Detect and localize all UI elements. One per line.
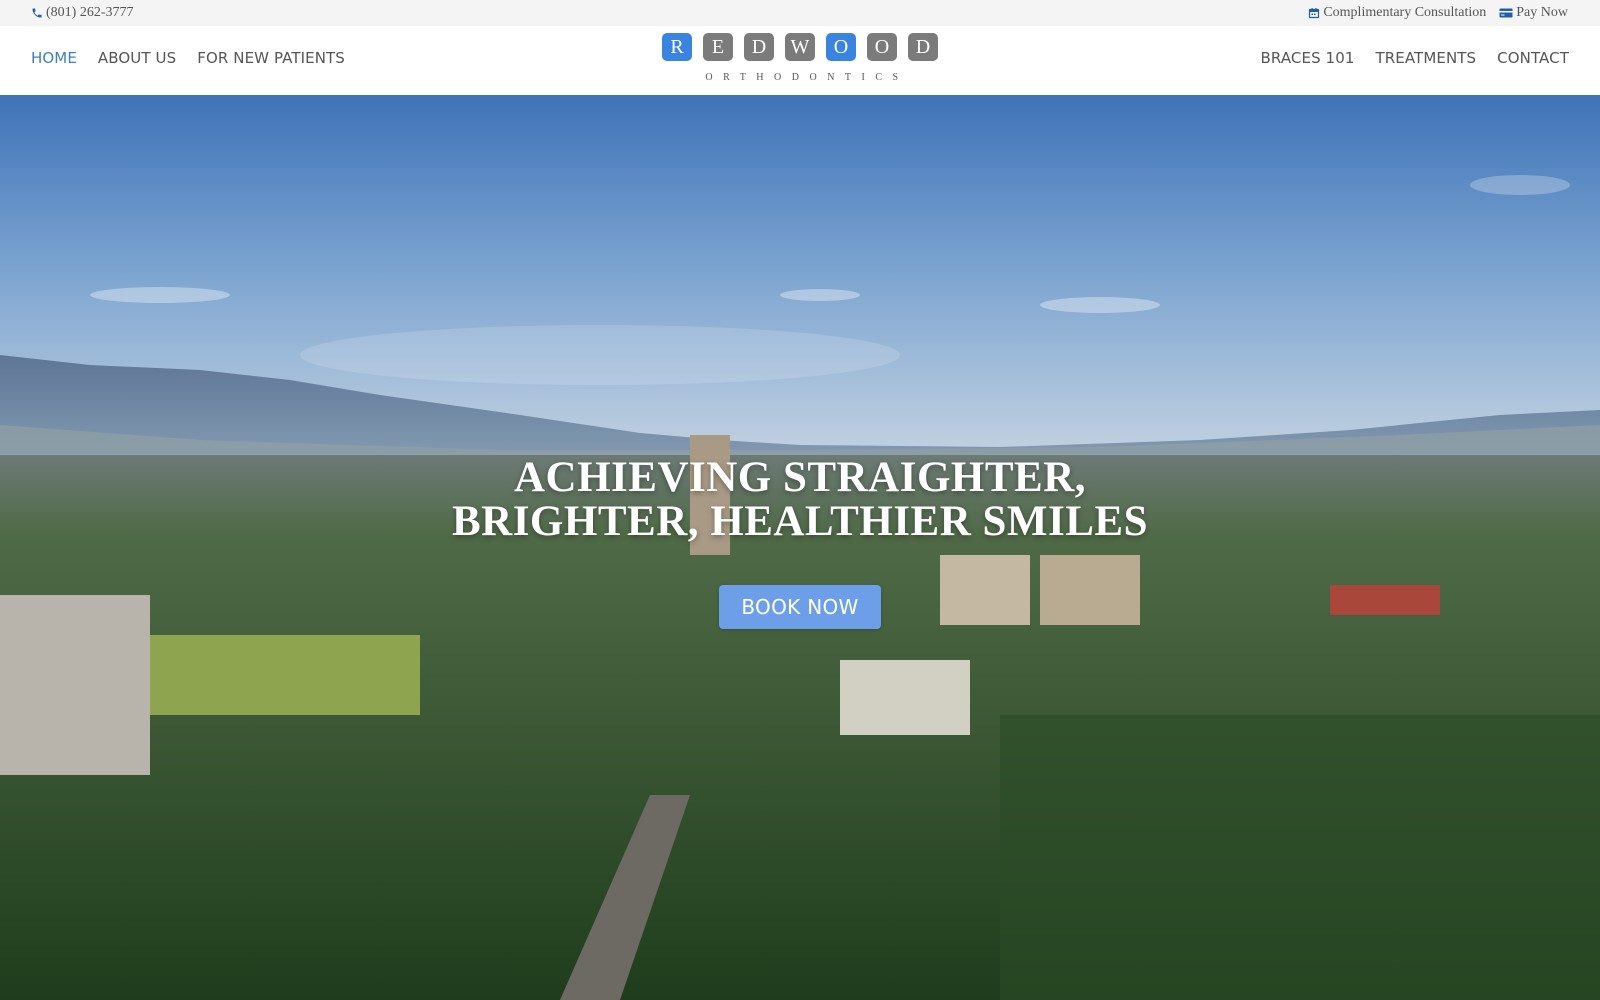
consultation-link[interactable]: Complimentary Consultation [1308, 5, 1486, 21]
nav-contact[interactable]: CONTACT [1497, 49, 1569, 67]
hero-background-image [0, 95, 1600, 1000]
logo-letter: R [662, 33, 692, 61]
site-header: HOME ABOUT US FOR NEW PATIENTS R E D W O… [0, 26, 1600, 95]
logo-letter: D [744, 33, 774, 61]
logo-letter: E [703, 33, 733, 61]
hero-headline-line-1: ACHIEVING STRAIGHTER, [514, 454, 1086, 501]
utility-bar: (801) 262-3777 Complimentary Consultatio… [0, 0, 1600, 26]
logo-letter: O [867, 33, 897, 61]
hero-section: ACHIEVING STRAIGHTER, BRIGHTER, HEALTHIE… [0, 95, 1600, 1000]
logo-letter: D [908, 33, 938, 61]
nav-treatments[interactable]: TREATMENTS [1376, 49, 1477, 67]
logo-subtitle: ORTHODONTICS [705, 72, 909, 83]
nav-for-new-patients[interactable]: FOR NEW PATIENTS [197, 49, 345, 67]
phone-number: (801) 262-3777 [46, 5, 134, 20]
site-logo[interactable]: R E D W O O D ORTHODONTICS [662, 33, 938, 89]
phone-link[interactable]: (801) 262-3777 [31, 5, 134, 21]
hero-headline-line-2: BRIGHTER, HEALTHIER SMILES [451, 498, 1149, 545]
logo-letter: O [826, 33, 856, 61]
calendar-icon [1308, 7, 1320, 19]
pay-now-link[interactable]: Pay Now [1499, 5, 1568, 21]
nav-braces-101[interactable]: BRACES 101 [1261, 49, 1355, 67]
logo-tiles: R E D W O O D [662, 33, 938, 61]
book-now-button[interactable]: BOOK NOW [719, 585, 881, 629]
nav-about-us[interactable]: ABOUT US [98, 49, 176, 67]
nav-home[interactable]: HOME [31, 49, 77, 67]
hero-headline: ACHIEVING STRAIGHTER, BRIGHTER, HEALTHIE… [0, 456, 1600, 544]
pay-now-label: Pay Now [1516, 5, 1568, 20]
credit-card-icon [1499, 7, 1513, 19]
primary-nav-right: BRACES 101 TREATMENTS CONTACT [1261, 49, 1569, 67]
phone-icon [31, 7, 43, 19]
primary-nav-left: HOME ABOUT US FOR NEW PATIENTS [31, 49, 345, 67]
logo-letter: W [785, 33, 815, 61]
consultation-label: Complimentary Consultation [1323, 5, 1487, 20]
